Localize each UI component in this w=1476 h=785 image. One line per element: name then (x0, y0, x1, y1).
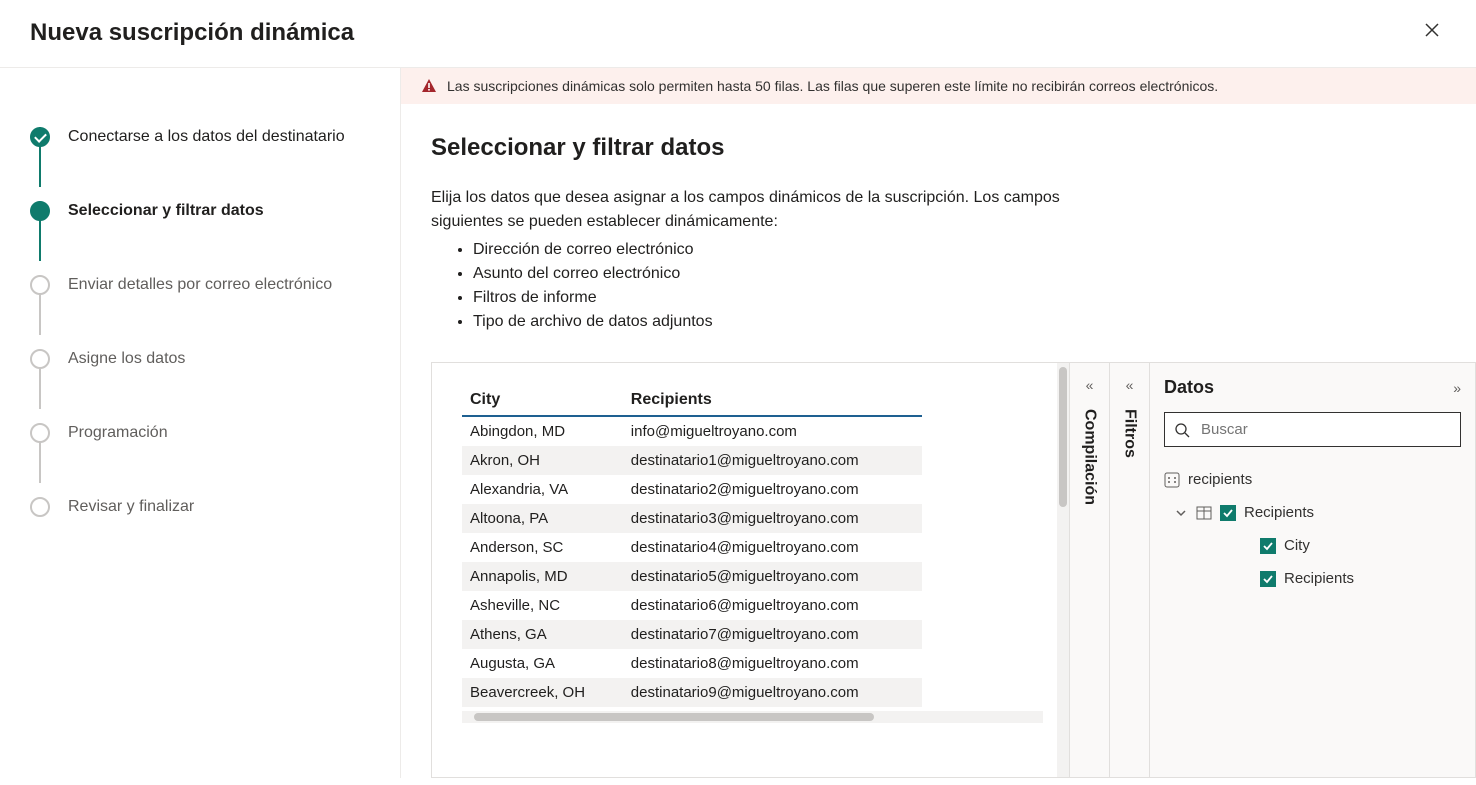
column-header[interactable]: City (462, 385, 623, 416)
wizard-step[interactable]: Enviar detalles por correo electrónico (30, 248, 380, 322)
step-label: Enviar detalles por correo electrónico (68, 276, 332, 294)
table-cell: Anderson, SC (462, 533, 623, 562)
warning-banner: Las suscripciones dinámicas solo permite… (401, 68, 1476, 104)
warning-text: Las suscripciones dinámicas solo permite… (447, 78, 1218, 94)
table-row[interactable]: Annapolis, MDdestinatario5@migueltroyano… (462, 562, 922, 591)
list-item: Asunto del correo electrónico (473, 262, 1476, 286)
horizontal-scrollbar[interactable] (462, 711, 1043, 723)
step-label: Seleccionar y filtrar datos (68, 202, 264, 220)
tree-table-node[interactable]: Recipients (1164, 496, 1461, 529)
fields-tree: recipients Recipients City Recipients (1164, 463, 1461, 595)
table-row[interactable]: Alexandria, VAdestinatario2@migueltroyan… (462, 475, 922, 504)
close-icon (1424, 22, 1440, 38)
wizard-step[interactable]: Asigne los datos (30, 322, 380, 396)
step-label: Programación (68, 424, 168, 442)
tree-dataset-node[interactable]: recipients (1164, 463, 1461, 496)
compilation-label: Compilación (1081, 409, 1099, 505)
preview-table-area[interactable]: CityRecipients Abingdon, MDinfo@migueltr… (432, 363, 1057, 777)
tree-field-label: Recipients (1284, 570, 1354, 587)
tree-field-node[interactable]: Recipients (1164, 562, 1461, 595)
chevron-left-icon[interactable]: « (1126, 377, 1134, 393)
close-button[interactable] (1418, 16, 1446, 49)
step-indicator-icon (30, 349, 50, 369)
step-indicator-icon (30, 201, 50, 221)
preview-table: CityRecipients Abingdon, MDinfo@migueltr… (462, 385, 922, 707)
table-cell: Asheville, NC (462, 591, 623, 620)
checkbox-checked[interactable] (1220, 505, 1236, 521)
table-row[interactable]: Akron, OHdestinatario1@migueltroyano.com (462, 446, 922, 475)
table-icon (1196, 505, 1212, 521)
table-row[interactable]: Altoona, PAdestinatario3@migueltroyano.c… (462, 504, 922, 533)
step-label: Asigne los datos (68, 350, 185, 368)
data-panel-title: Datos (1164, 377, 1214, 398)
table-cell: Akron, OH (462, 446, 623, 475)
chevron-down-icon[interactable] (1174, 507, 1188, 519)
table-cell: destinatario6@migueltroyano.com (623, 591, 922, 620)
checkbox-checked[interactable] (1260, 571, 1276, 587)
table-cell: Altoona, PA (462, 504, 623, 533)
step-label: Conectarse a los datos del destinatario (68, 128, 345, 146)
section-intro: Elija los datos que desea asignar a los … (431, 186, 1111, 234)
tree-field-node[interactable]: City (1164, 529, 1461, 562)
chevron-right-icon[interactable]: » (1453, 380, 1461, 396)
list-item: Filtros de informe (473, 286, 1476, 310)
vertical-scrollbar[interactable] (1057, 363, 1069, 777)
table-cell: Annapolis, MD (462, 562, 623, 591)
search-icon (1174, 422, 1190, 438)
table-row[interactable]: Anderson, SCdestinatario4@migueltroyano.… (462, 533, 922, 562)
dataset-icon (1164, 472, 1180, 488)
wizard-step[interactable]: Seleccionar y filtrar datos (30, 174, 380, 248)
table-cell: destinatario5@migueltroyano.com (623, 562, 922, 591)
list-item: Tipo de archivo de datos adjuntos (473, 310, 1476, 334)
wizard-step[interactable]: Revisar y finalizar (30, 470, 380, 544)
table-row[interactable]: Beavercreek, OHdestinatario9@migueltroya… (462, 678, 922, 707)
dialog-title: Nueva suscripción dinámica (30, 19, 354, 47)
table-cell: destinatario1@migueltroyano.com (623, 446, 922, 475)
table-cell: Beavercreek, OH (462, 678, 623, 707)
field-list: Dirección de correo electrónicoAsunto de… (473, 238, 1476, 334)
tree-field-label: City (1284, 537, 1310, 554)
compilation-panel-collapsed[interactable]: « Compilación (1069, 363, 1109, 777)
checkbox-checked[interactable] (1260, 538, 1276, 554)
table-cell: destinatario3@migueltroyano.com (623, 504, 922, 533)
table-row[interactable]: Abingdon, MDinfo@migueltroyano.com (462, 416, 922, 446)
step-indicator-icon (30, 423, 50, 443)
table-cell: Augusta, GA (462, 649, 623, 678)
column-header[interactable]: Recipients (623, 385, 922, 416)
step-indicator-icon (30, 127, 50, 147)
filters-panel-collapsed[interactable]: « Filtros (1109, 363, 1149, 777)
tree-table-label: Recipients (1244, 504, 1314, 521)
wizard-step[interactable]: Programación (30, 396, 380, 470)
table-cell: destinatario7@migueltroyano.com (623, 620, 922, 649)
chevron-left-icon[interactable]: « (1086, 377, 1094, 393)
filters-label: Filtros (1121, 409, 1139, 458)
table-cell: info@migueltroyano.com (623, 416, 922, 446)
data-panel: Datos » recipients (1149, 363, 1475, 777)
table-row[interactable]: Augusta, GAdestinatario8@migueltroyano.c… (462, 649, 922, 678)
step-label: Revisar y finalizar (68, 498, 194, 516)
table-cell: destinatario2@migueltroyano.com (623, 475, 922, 504)
list-item: Dirección de correo electrónico (473, 238, 1476, 262)
table-cell: destinatario9@migueltroyano.com (623, 678, 922, 707)
table-row[interactable]: Asheville, NCdestinatario6@migueltroyano… (462, 591, 922, 620)
table-cell: destinatario8@migueltroyano.com (623, 649, 922, 678)
wizard-step[interactable]: Conectarse a los datos del destinatario (30, 100, 380, 174)
table-cell: Alexandria, VA (462, 475, 623, 504)
table-cell: Abingdon, MD (462, 416, 623, 446)
step-indicator-icon (30, 275, 50, 295)
wizard-steps: Conectarse a los datos del destinatario S… (0, 68, 400, 778)
section-heading: Seleccionar y filtrar datos (431, 134, 1476, 162)
step-indicator-icon (30, 497, 50, 517)
search-input[interactable] (1164, 412, 1461, 447)
tree-dataset-label: recipients (1188, 471, 1252, 488)
warning-icon (421, 78, 437, 94)
table-cell: destinatario4@migueltroyano.com (623, 533, 922, 562)
table-cell: Athens, GA (462, 620, 623, 649)
table-row[interactable]: Athens, GAdestinatario7@migueltroyano.co… (462, 620, 922, 649)
